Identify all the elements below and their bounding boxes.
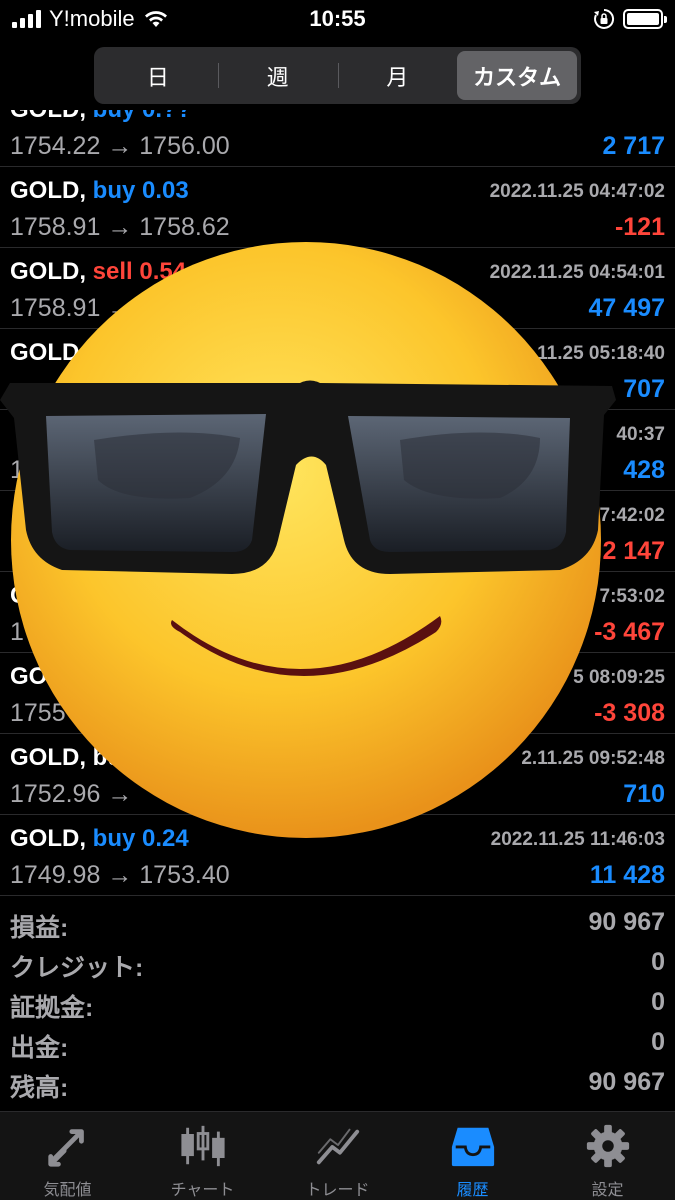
smiling-face-with-sunglasses-emoji (0, 242, 616, 838)
summary-value: 90 967 (588, 1068, 665, 1096)
volume: 0.03 (142, 177, 189, 204)
trade-profit: 11 428 (589, 861, 665, 889)
tab-label: 設定 (591, 1182, 624, 1199)
segment-month[interactable]: 月 (337, 51, 458, 100)
summary-value: 0 (651, 988, 665, 1016)
trade-row[interactable]: GOLD, buy 0.?? 1754.22 → 1756.00 2 717 (0, 110, 675, 167)
trade-side: buy 0.03 (93, 177, 189, 204)
quotes-arrows-icon (47, 1129, 84, 1167)
summary-row-deposit: 証拠金: 0 (0, 984, 675, 1024)
status-right (593, 6, 667, 32)
status-bar: Y!mobile 10:55 (0, 0, 675, 40)
summary-label: クレジット: (10, 954, 144, 982)
side-label: buy (93, 110, 136, 123)
summary-row-balance: 残高: 90 967 (0, 1064, 675, 1104)
trade-time: 40:37 (616, 424, 665, 445)
battery-icon (623, 9, 667, 29)
bottom-tab-bar: 気配値 チャート トレード 履歴 設定 (0, 1111, 675, 1200)
trade-prices: 1754.22 → 1756.00 (10, 132, 230, 160)
tab-label: 気配値 (43, 1182, 92, 1199)
summary-label: 残高: (10, 1074, 69, 1102)
status-time: 10:55 (309, 6, 366, 31)
summary-label: 出金: (10, 1034, 69, 1062)
period-segmented-control: 日 週 月 カスタム (94, 47, 581, 104)
trade-side: buy 0.?? (93, 110, 192, 123)
trade-profit: 710 (623, 780, 665, 808)
trade-time: 2022.11.25 04:47:02 (489, 181, 665, 202)
trade-chart-icon (316, 1128, 359, 1165)
trade-profit: 428 (623, 456, 665, 484)
summary-label: 証拠金: (10, 994, 94, 1022)
trade-profit: -121 (614, 213, 665, 241)
inbox-tray-icon (451, 1127, 494, 1167)
summary-row-profit: 損益: 90 967 (0, 904, 675, 944)
segment-day[interactable]: 日 (98, 51, 218, 100)
summary-label: 損益: (10, 914, 69, 942)
tab-label: トレード (305, 1182, 370, 1199)
summary-value: 0 (651, 948, 665, 976)
segment-week[interactable]: 週 (217, 51, 338, 100)
tab-chart[interactable]: チャート (135, 1112, 270, 1200)
summary-value: 0 (651, 1028, 665, 1056)
candlestick-icon (180, 1125, 225, 1167)
tab-settings[interactable]: 設定 (540, 1112, 675, 1200)
volume: 0.?? (142, 110, 191, 123)
summary-row-withdrawal: 出金: 0 (0, 1024, 675, 1064)
summary-value: 90 967 (588, 908, 665, 936)
trade-symbol: GOLD, buy 0.?? (10, 110, 191, 124)
trade-profit: 707 (623, 375, 665, 403)
account-summary: 損益: 90 967 クレジット: 0 証拠金: 0 出金: 0 残高: 90 … (0, 904, 675, 1104)
tab-label: 履歴 (456, 1182, 489, 1199)
trade-row[interactable]: GOLD, buy 0.03 2022.11.25 04:47:02 1758.91… (0, 167, 675, 248)
orientation-lock-icon (594, 8, 615, 29)
tab-trade[interactable]: トレード (270, 1112, 405, 1200)
gear-icon (586, 1124, 629, 1168)
trade-prices: 1758.91 → 1758.62 (10, 213, 230, 241)
tab-history[interactable]: 履歴 (405, 1112, 540, 1200)
symbol-name: GOLD, (10, 177, 86, 204)
trade-symbol: GOLD, buy 0.03 (10, 177, 189, 205)
tab-label: チャート (170, 1182, 235, 1199)
symbol-name: GOLD, (10, 110, 86, 123)
side-label: buy (92, 177, 136, 204)
summary-row-credit: クレジット: 0 (0, 944, 675, 984)
trade-profit: 2 717 (602, 132, 665, 160)
tab-quotes[interactable]: 気配値 (0, 1112, 135, 1200)
trade-prices: 1749.98 → 1753.40 (10, 861, 230, 889)
segment-custom[interactable]: カスタム (457, 51, 577, 100)
